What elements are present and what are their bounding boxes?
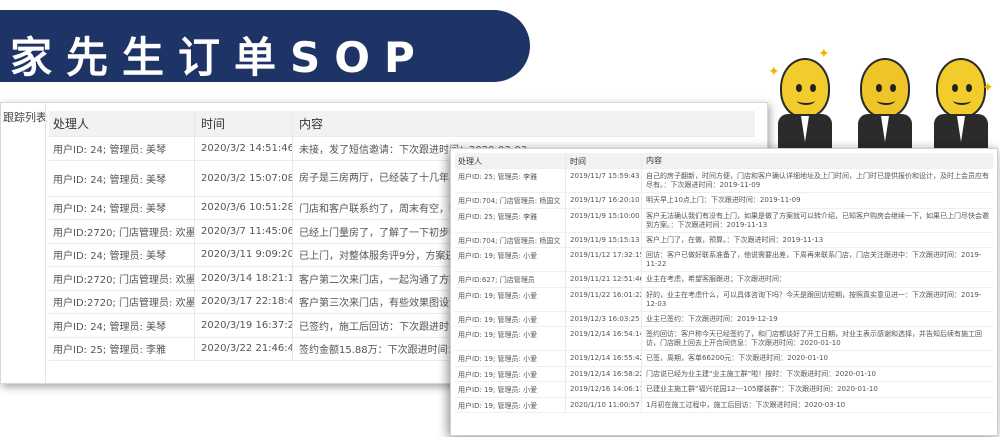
cell-handler: 用户ID: 24; 管理员: 美琴 <box>53 144 167 156</box>
cell-time: 2019/12/3 16:03:25 <box>565 311 641 326</box>
cell-handler: 用户ID: 24; 管理员: 美琴 <box>53 204 167 216</box>
cell-handler: 用户ID: 25; 管理员: 李雅 <box>458 173 538 181</box>
table-row[interactable]: 用户ID: 19; 管理员: 小爱 2019/12/3 16:03:25 业主已… <box>455 311 993 327</box>
cell-time: 2019/12/16 14:06:11 <box>565 382 641 397</box>
column-header-handler: 处理人 <box>458 157 482 166</box>
table-header: 处理人 时间 内容 <box>49 111 755 137</box>
cell-handler: 用户ID: 19; 管理员: 小爱 <box>458 315 538 324</box>
cell-content: 客户上门了，在做，预算。：下次跟进时间：2019-11-13 <box>641 232 993 247</box>
cell-handler: 用户ID: 19; 管理员: 小爱 <box>458 355 538 363</box>
cell-time: 2020/3/14 18:21:11 <box>194 267 292 290</box>
table-row[interactable]: 用户ID:704; 门店管理员: 杨国文 2019/11/7 16:20:10 … <box>455 193 993 209</box>
mascot-illustration <box>854 58 916 158</box>
cell-time: 2020/3/2 14:51:46 <box>194 137 292 160</box>
cell-time: 2020/3/7 11:45:06 <box>194 220 292 243</box>
cell-content: 好的，业主在考虑什么，可以具体咨询下吗？今天是跟回访短期，按照真实意见进一：下次… <box>641 287 993 311</box>
cell-time: 2020/3/2 15:07:08 <box>194 160 292 196</box>
title-banner: 家先生订单SOP <box>0 10 530 82</box>
cell-content: 已建业主施工群“福兴花园12---105楼装群”：下次跟进时间：2020-01-… <box>641 382 993 397</box>
cell-time: 2019/11/9 15:10:00 <box>565 208 641 232</box>
cell-time: 2020/1/10 11:00:57 <box>565 397 641 412</box>
cell-time: 2019/11/7 15:59:43 <box>565 169 641 192</box>
sparkle-icon: ✦ <box>818 46 830 62</box>
cell-handler: 用户ID: 19; 管理员: 小爱 <box>458 370 538 379</box>
cell-handler: 用户ID: 24; 管理员: 美琴 <box>53 174 167 186</box>
table-row[interactable]: 用户ID: 19; 管理员: 小爱 2019/12/14 16:54:14 签约… <box>455 327 993 351</box>
cell-content: 回访：客户已做好联系准备了，他说需要出差，下周再来联系门店，门店关注跟进中：下次… <box>641 248 993 271</box>
cell-handler: 用户ID: 24; 管理员: 美琴 <box>53 321 167 333</box>
tracking-table-2: 处理人 时间 内容 用户ID: 25; 管理员: 李雅 2019/11/7 15… <box>455 153 993 413</box>
cell-time: 2020/3/11 9:09:20 <box>194 243 292 266</box>
cell-time: 2020/3/17 22:18:47 <box>194 290 292 313</box>
cell-handler: 用户ID: 19; 管理员: 小爱 <box>458 386 538 394</box>
table-row[interactable]: 用户ID:627; 门店管理员 2019/11/21 12:51:46 业主在考… <box>455 272 993 288</box>
column-header-time: 时间 <box>565 153 641 168</box>
cell-handler: 用户ID: 24; 管理员: 美琴 <box>53 251 167 263</box>
cell-handler: 用户ID: 19; 管理员: 小爱 <box>458 252 538 260</box>
cell-handler: 用户ID:2720; 门店管理员: 欢墨 <box>53 227 194 239</box>
cell-content: 签约回访：客户称今天已经签约了，和门店都谈好了开工日期，对业主表示感谢和选择，并… <box>641 327 993 350</box>
cell-handler: 用户ID:704; 门店管理员: 杨国文 <box>458 197 561 205</box>
cell-time: 2019/12/14 16:54:14 <box>565 327 641 350</box>
sparkle-icon: ✦ <box>982 80 994 96</box>
mascot-illustration <box>930 58 992 158</box>
cell-time: 2019/11/7 16:20:10 <box>565 193 641 208</box>
cell-content: 客户无法确认我们有没有上门，如果是做了方案就可以转介绍，已知客户购房会继续一下，… <box>641 208 993 232</box>
cell-handler: 用户ID:2720; 门店管理员: 欢墨 <box>53 298 194 310</box>
cell-time: 2019/11/12 17:32:15 <box>565 248 641 271</box>
table-row[interactable]: 用户ID: 19; 管理员: 小爱 2020/1/10 11:00:57 1月初… <box>455 397 993 413</box>
table-row[interactable]: 用户ID: 19; 管理员: 小爱 2019/11/22 16:01:22 好的… <box>455 287 993 312</box>
table-row[interactable]: 用户ID: 25; 管理员: 李雅 2019/11/7 15:59:43 自己的… <box>455 169 993 193</box>
cell-time: 2019/11/9 15:15:13 <box>565 232 641 247</box>
mascot-illustration <box>774 58 836 158</box>
sparkle-icon: ✦ <box>768 64 780 80</box>
cell-handler: 用户ID:2720; 门店管理员: 欢墨 <box>53 274 194 286</box>
tracking-list-label: 跟踪列表 <box>3 111 47 124</box>
cell-time: 2020/3/22 21:46:46 <box>194 337 292 360</box>
cell-content: 1月初在施工过程中，施工后回访：下次跟进时间：2020-03-10 <box>641 397 993 412</box>
cell-time: 2019/12/14 16:55:42 <box>565 351 641 366</box>
cell-handler: 用户ID: 19; 管理员: 小爱 <box>458 331 538 339</box>
divider <box>45 103 46 383</box>
cell-time: 2019/11/21 12:51:46 <box>565 272 641 287</box>
cell-time: 2019/12/14 16:58:22 <box>565 366 641 381</box>
banner-title: 家先生订单SOP <box>10 33 429 82</box>
cell-handler: 用户ID:704; 门店管理员: 杨国文 <box>458 236 561 245</box>
cell-content: 已签，周期，客单66200元：下次跟进时间：2020-01-10 <box>641 351 993 366</box>
screenshot-stage: 家先生订单SOP ✦ ✦ ✦ 跟踪列表 处理人 时间 内容 用户ID: 24; … <box>0 0 1000 437</box>
table-row[interactable]: 用户ID: 19; 管理员: 小爱 2019/12/16 14:06:11 已建… <box>455 382 993 398</box>
cell-handler: 用户ID: 19; 管理员: 小爱 <box>458 291 538 300</box>
column-header-handler: 处理人 <box>53 117 90 131</box>
cell-time: 2019/11/22 16:01:22 <box>565 287 641 311</box>
table-row[interactable]: 用户ID: 25; 管理员: 李雅 2019/11/9 15:10:00 客户无… <box>455 208 993 233</box>
cell-handler: 用户ID: 25; 管理员: 李雅 <box>458 212 538 221</box>
cell-handler: 用户ID:627; 门店管理员 <box>458 276 535 284</box>
column-header-content: 内容 <box>292 111 755 136</box>
cell-content: 业主在考虑，希望客服跟进；下次跟进时间： <box>641 272 993 287</box>
cell-handler: 用户ID: 19; 管理员: 小爱 <box>458 401 538 410</box>
table-row[interactable]: 用户ID: 19; 管理员: 小爱 2019/11/12 17:32:15 回访… <box>455 248 993 272</box>
cell-content: 业主已签约：下次跟进时间：2019-12-19 <box>641 311 993 326</box>
cell-handler: 用户ID: 25; 管理员: 李雅 <box>53 345 167 357</box>
cell-content: 自己的房子翻新，时间方便，门店和客户确认详细地址及上门时间，上门时已提供报价和设… <box>641 169 993 192</box>
cell-time: 2020/3/6 10:51:28 <box>194 196 292 219</box>
table-row[interactable]: 用户ID: 19; 管理员: 小爱 2019/12/14 16:55:42 已签… <box>455 351 993 367</box>
column-header-time: 时间 <box>194 111 292 136</box>
cell-time: 2020/3/19 16:37:21 <box>194 314 292 337</box>
table-row[interactable]: 用户ID: 19; 管理员: 小爱 2019/12/14 16:58:22 门店… <box>455 366 993 382</box>
table-header: 处理人 时间 内容 <box>455 153 993 169</box>
cell-content: 明天早上10点上门：下次跟进时间：2019-11-09 <box>641 193 993 208</box>
tracking-table-overlay-panel: 处理人 时间 内容 用户ID: 25; 管理员: 李雅 2019/11/7 15… <box>450 148 998 436</box>
cell-content: 门店说已经为业主建“业主施工群”啦！按时：下次跟进时间：2020-01-10 <box>641 366 993 381</box>
table-row[interactable]: 用户ID:704; 门店管理员: 杨国文 2019/11/9 15:15:13 … <box>455 232 993 248</box>
column-header-content: 内容 <box>641 153 993 168</box>
